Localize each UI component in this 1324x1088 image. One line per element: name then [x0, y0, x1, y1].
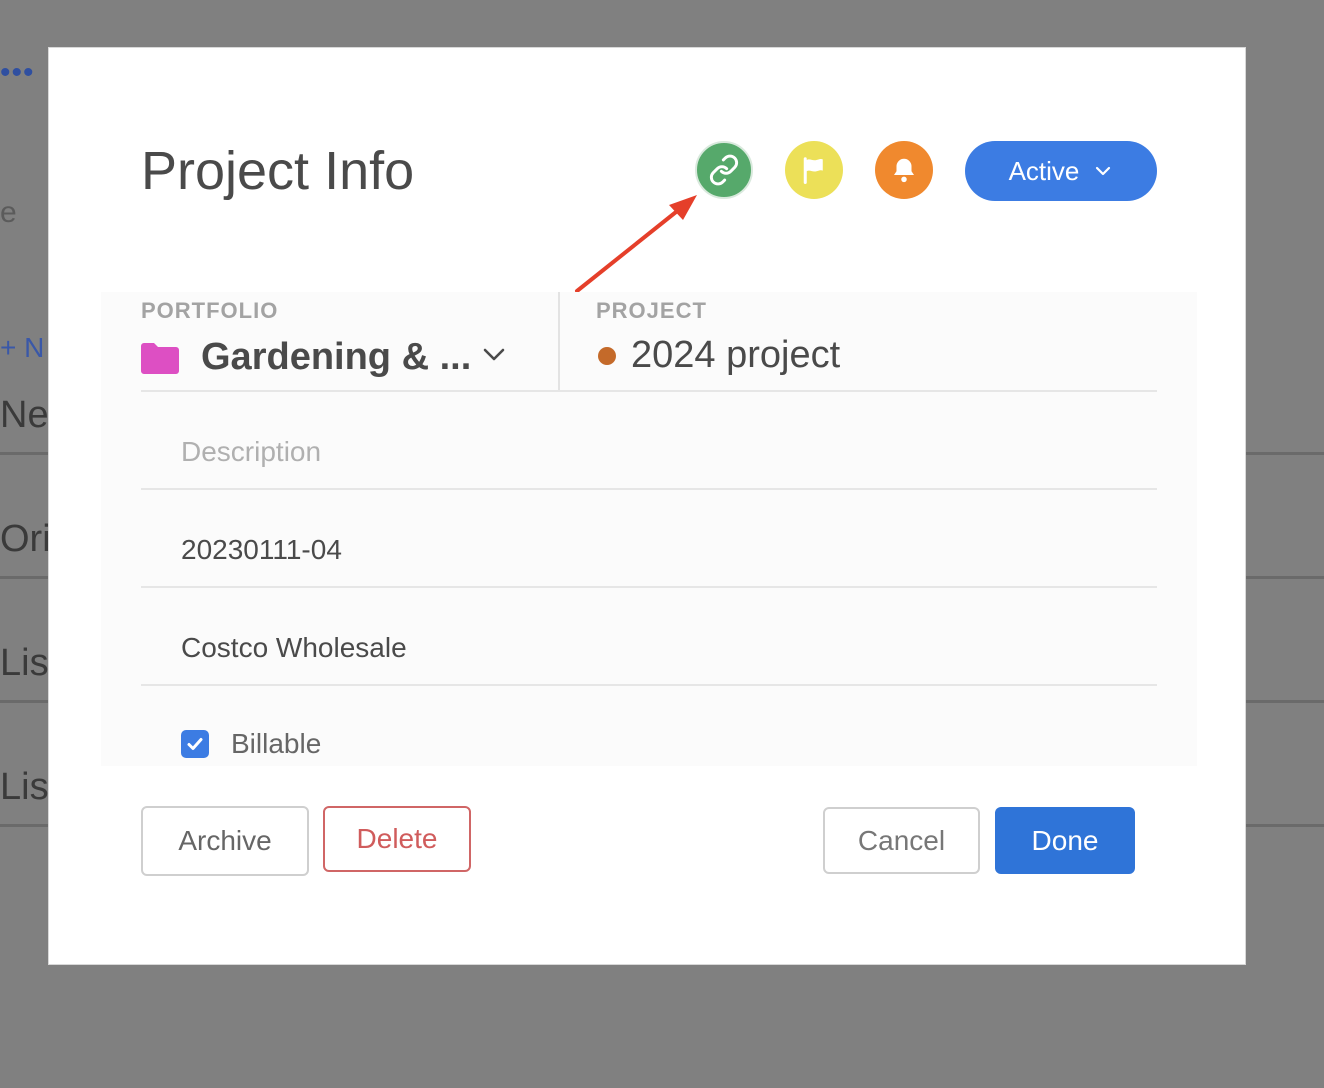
flag-icon	[803, 157, 823, 184]
folder-icon	[141, 343, 179, 374]
link-icon	[709, 154, 739, 186]
archive-button[interactable]: Archive	[141, 806, 309, 876]
project-info-modal: Project Info Active PORTFOLIO Gardening …	[48, 47, 1246, 965]
description-row[interactable]: Description	[141, 390, 1157, 486]
field-divider	[558, 292, 560, 390]
billable-label[interactable]: Billable	[231, 728, 321, 760]
chevron-down-icon	[1096, 166, 1111, 176]
copy-link-button[interactable]	[695, 141, 753, 199]
modal-title: Project Info	[141, 141, 415, 201]
background-menu-dots: •••	[0, 56, 35, 89]
portfolio-label: PORTFOLIO	[141, 298, 279, 323]
background-new-link: + N	[0, 332, 45, 363]
flag-button[interactable]	[785, 141, 843, 199]
background-text-fragment: e	[0, 196, 17, 229]
client-field[interactable]: Costco Wholesale	[181, 632, 407, 664]
project-name-field[interactable]: 2024 project	[631, 334, 840, 377]
checkmark-icon	[187, 738, 203, 750]
portfolio-select[interactable]: Gardening & ...	[201, 336, 471, 379]
reminder-button[interactable]	[875, 141, 933, 199]
cancel-button[interactable]: Cancel	[823, 807, 980, 874]
status-dropdown-button[interactable]: Active	[965, 141, 1157, 201]
done-button[interactable]: Done	[995, 807, 1135, 874]
description-field[interactable]: Description	[181, 436, 321, 468]
billable-checkbox[interactable]	[181, 730, 209, 758]
project-label: PROJECT	[596, 298, 707, 323]
bell-icon	[894, 158, 914, 183]
project-code-field[interactable]: 20230111-04	[181, 534, 342, 566]
row-divider	[141, 684, 1157, 686]
delete-button[interactable]: Delete	[323, 806, 471, 872]
project-color-dot	[598, 347, 616, 365]
client-row[interactable]: Costco Wholesale	[141, 586, 1157, 682]
code-row[interactable]: 20230111-04	[141, 488, 1157, 584]
status-label: Active	[1008, 155, 1080, 186]
chevron-down-icon[interactable]	[481, 344, 507, 364]
